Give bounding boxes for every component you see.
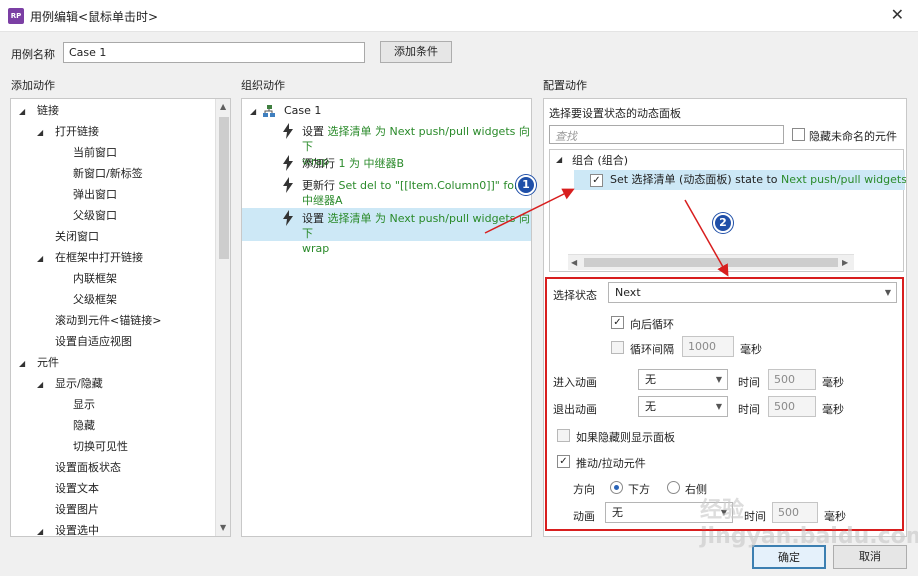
arrow-to-panel-item [484,188,575,234]
annotation-badge-2: 2 [713,213,733,233]
annotation-arrows [484,188,729,277]
watermark: 经验 jingyan.baidu.com [700,498,918,549]
arrow-to-config-box [684,199,729,277]
annotation-badge-1: 1 [516,175,536,195]
